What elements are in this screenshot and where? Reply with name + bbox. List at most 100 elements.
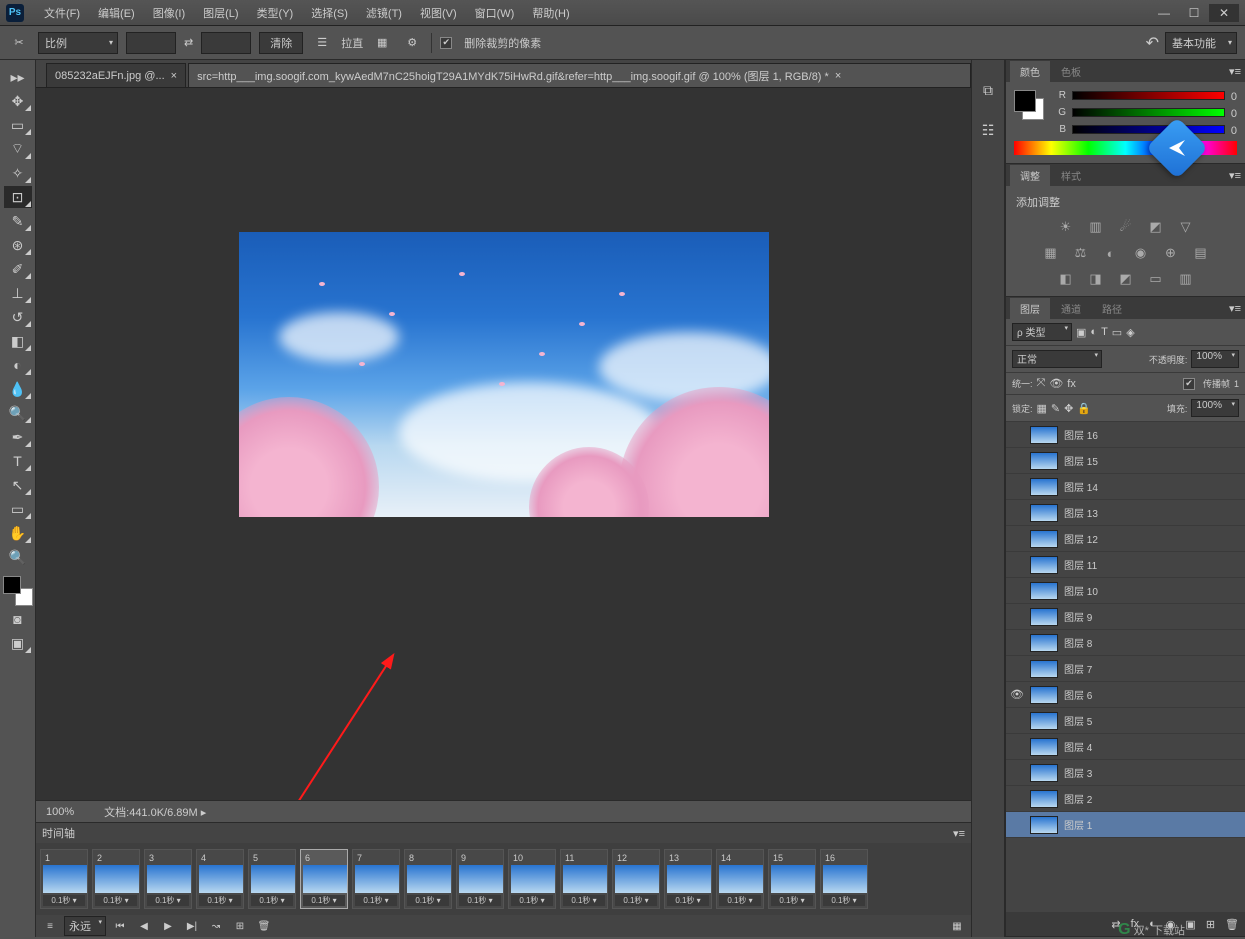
canvas-area[interactable] <box>36 88 971 800</box>
aspect-ratio-select[interactable]: 比例 <box>38 32 118 54</box>
panel-menu-icon[interactable]: ▾≡ <box>1229 169 1241 182</box>
posterize-icon[interactable]: ◨ <box>1086 270 1106 288</box>
filter-smart-icon[interactable]: ◈ <box>1126 326 1134 339</box>
magic-wand-tool[interactable]: ✧ <box>4 162 32 184</box>
history-panel-icon[interactable]: ⧉ <box>976 80 1000 100</box>
hue-icon[interactable]: ▦ <box>1041 244 1061 262</box>
swap-icon[interactable]: ⇄ <box>184 36 193 49</box>
tab-channels[interactable]: 通道 <box>1051 298 1091 319</box>
tab-layers[interactable]: 图层 <box>1010 298 1050 319</box>
menu-edit[interactable]: 编辑(E) <box>90 1 143 25</box>
layer-row[interactable]: 图层 2 <box>1006 786 1245 812</box>
visibility-toggle[interactable] <box>1010 636 1024 650</box>
healing-brush-tool[interactable]: ⊛ <box>4 234 32 256</box>
history-brush-tool[interactable]: ↺ <box>4 306 32 328</box>
marquee-tool[interactable]: ▭ <box>4 114 32 136</box>
tab-color[interactable]: 颜色 <box>1010 61 1050 82</box>
levels-icon[interactable]: ▥ <box>1086 218 1106 236</box>
menu-view[interactable]: 视图(V) <box>412 1 465 25</box>
visibility-toggle[interactable] <box>1010 454 1024 468</box>
timeline-frame[interactable]: 10.1秒 ▾ <box>40 849 88 909</box>
crop-height-field[interactable] <box>201 32 251 54</box>
eraser-tool[interactable]: ◧ <box>4 330 32 352</box>
fill-value[interactable]: 100% <box>1191 399 1239 417</box>
bw-icon[interactable]: ◐ <box>1101 244 1121 262</box>
properties-panel-icon[interactable]: ☷ <box>976 120 1000 140</box>
menu-help[interactable]: 帮助(H) <box>524 1 577 25</box>
color-swatches[interactable] <box>1014 90 1044 120</box>
unify-style-icon[interactable]: fx <box>1067 378 1076 390</box>
menu-filter[interactable]: 滤镜(T) <box>358 1 410 25</box>
layer-row[interactable]: 图层 4 <box>1006 734 1245 760</box>
overlay-grid-icon[interactable]: ▦ <box>371 32 393 54</box>
minimize-button[interactable]: — <box>1149 4 1179 22</box>
clear-button[interactable]: 清除 <box>259 32 303 54</box>
crop-tool[interactable]: ⊡ <box>4 186 32 208</box>
timeline-frame[interactable]: 110.1秒 ▾ <box>560 849 608 909</box>
invert-icon[interactable]: ◧ <box>1056 270 1076 288</box>
hand-tool[interactable]: ✋ <box>4 522 32 544</box>
menu-file[interactable]: 文件(F) <box>36 1 88 25</box>
layer-row[interactable]: 图层 16 <box>1006 422 1245 448</box>
gradient-tool[interactable]: ◐ <box>4 354 32 376</box>
visibility-toggle[interactable] <box>1010 506 1024 520</box>
timeline-frame[interactable]: 120.1秒 ▾ <box>612 849 660 909</box>
filter-adjustment-icon[interactable]: ◐ <box>1090 326 1097 338</box>
tab-paths[interactable]: 路径 <box>1092 298 1132 319</box>
threshold-icon[interactable]: ◩ <box>1116 270 1136 288</box>
layer-row[interactable]: 图层 7 <box>1006 656 1245 682</box>
filter-shape-icon[interactable]: ▭ <box>1112 326 1122 339</box>
timeline-frame[interactable]: 150.1秒 ▾ <box>768 849 816 909</box>
opacity-value[interactable]: 100% <box>1191 350 1239 368</box>
timeline-frame[interactable]: 20.1秒 ▾ <box>92 849 140 909</box>
timeline-frame[interactable]: 160.1秒 ▾ <box>820 849 868 909</box>
layer-row[interactable]: 图层 5 <box>1006 708 1245 734</box>
layer-filter-select[interactable]: ρ 类型 <box>1012 323 1072 341</box>
tab-adjustments[interactable]: 调整 <box>1010 165 1050 186</box>
zoom-tool[interactable]: 🔍 <box>4 546 32 568</box>
crop-tool-icon[interactable]: ✂ <box>8 32 30 54</box>
blend-mode-select[interactable]: 正常 <box>1012 350 1102 368</box>
visibility-toggle[interactable] <box>1010 532 1024 546</box>
visibility-toggle[interactable] <box>1010 558 1024 572</box>
layer-row[interactable]: 👁图层 6 <box>1006 682 1245 708</box>
timeline-menu-icon[interactable]: ≡ <box>40 918 60 934</box>
lock-pixels-icon[interactable]: ✎ <box>1051 402 1060 415</box>
lock-transparency-icon[interactable]: ▦ <box>1037 402 1047 415</box>
layer-row[interactable]: 图层 11 <box>1006 552 1245 578</box>
gradient-map-icon[interactable]: ▭ <box>1146 270 1166 288</box>
layer-row[interactable]: 图层 3 <box>1006 760 1245 786</box>
close-tab-icon[interactable]: × <box>835 70 841 82</box>
layer-row[interactable]: 图层 14 <box>1006 474 1245 500</box>
visibility-toggle[interactable] <box>1010 792 1024 806</box>
play-button[interactable]: ▶ <box>158 918 178 934</box>
visibility-toggle[interactable] <box>1010 584 1024 598</box>
menu-image[interactable]: 图像(I) <box>145 1 193 25</box>
next-frame-button[interactable]: ▶| <box>182 918 202 934</box>
new-group-icon[interactable]: ▣ <box>1185 918 1195 931</box>
tween-button[interactable]: ↝ <box>206 918 226 934</box>
timeline-frame[interactable]: 140.1秒 ▾ <box>716 849 764 909</box>
delete-cropped-checkbox[interactable]: ✔ <box>440 37 452 49</box>
tab-styles[interactable]: 样式 <box>1051 165 1091 186</box>
layer-row[interactable]: 图层 9 <box>1006 604 1245 630</box>
lookup-icon[interactable]: ▤ <box>1191 244 1211 262</box>
visibility-toggle[interactable]: 👁 <box>1010 688 1024 702</box>
quick-mask-icon[interactable]: ◙ <box>4 608 32 630</box>
menu-layer[interactable]: 图层(L) <box>195 1 246 25</box>
zoom-level[interactable]: 100% <box>46 806 74 818</box>
delete-frame-button[interactable]: 🗑 <box>254 918 274 934</box>
unify-visibility-icon[interactable]: 👁 <box>1049 377 1063 390</box>
lock-position-icon[interactable]: ✥ <box>1064 402 1073 415</box>
curves-icon[interactable]: ☄ <box>1116 218 1136 236</box>
filter-pixel-icon[interactable]: ▣ <box>1076 326 1086 339</box>
crop-width-field[interactable] <box>126 32 176 54</box>
undo-history-icon[interactable]: ↶ <box>1146 33 1159 53</box>
menu-select[interactable]: 选择(S) <box>303 1 356 25</box>
photo-filter-icon[interactable]: ◉ <box>1131 244 1151 262</box>
expand-toolbar-icon[interactable]: ▸▸ <box>4 66 32 88</box>
timeline-frame[interactable]: 30.1秒 ▾ <box>144 849 192 909</box>
timeline-frame[interactable]: 50.1秒 ▾ <box>248 849 296 909</box>
timeline-frame[interactable]: 70.1秒 ▾ <box>352 849 400 909</box>
panel-menu-icon[interactable]: ▾≡ <box>953 827 965 840</box>
